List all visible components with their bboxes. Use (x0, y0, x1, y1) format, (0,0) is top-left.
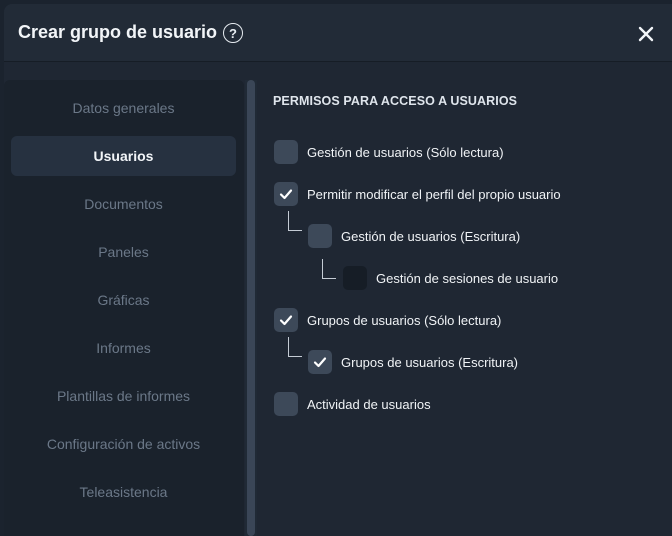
permission-label: Gestión de usuarios (Escritura) (341, 228, 521, 244)
close-icon[interactable] (636, 24, 656, 44)
sidebar-item-paneles[interactable]: Paneles (11, 232, 236, 272)
create-user-group-dialog: Crear grupo de usuario ? Datos generales… (4, 4, 672, 536)
checkmark-icon (279, 189, 293, 200)
permission-label: Actividad de usuarios (307, 396, 431, 412)
checkbox-checked[interactable] (274, 182, 298, 206)
permission-label: Gestión de sesiones de usuario (376, 270, 559, 286)
sidebar-item-plantillas-de-informes[interactable]: Plantillas de informes (11, 376, 236, 416)
sidebar-item-graficas[interactable]: Gráficas (11, 280, 236, 320)
dialog-title: Crear grupo de usuario (18, 22, 218, 42)
sidebar-item-documentos[interactable]: Documentos (11, 184, 236, 224)
permission-label: Grupos de usuarios (Escritura) (341, 354, 519, 370)
dialog-header: Crear grupo de usuario ? (4, 4, 672, 62)
checkbox-unchecked[interactable] (308, 224, 332, 248)
checkbox-checked[interactable] (308, 350, 332, 374)
permission-row[interactable]: Gestión de usuarios (Sólo lectura) (274, 140, 504, 164)
permission-row[interactable]: Permitir modificar el perfil del propio … (274, 182, 561, 206)
permission-row[interactable]: Grupos de usuarios (Sólo lectura) (274, 308, 501, 332)
permission-label: Permitir modificar el perfil del propio … (307, 186, 561, 202)
permission-row[interactable]: Grupos de usuarios (Escritura) (308, 350, 518, 374)
permission-row[interactable]: Actividad de usuarios (274, 392, 431, 416)
permission-label: Gestión de usuarios (Sólo lectura) (307, 144, 504, 160)
sidebar-item-informes[interactable]: Informes (11, 328, 236, 368)
permission-label: Grupos de usuarios (Sólo lectura) (307, 312, 502, 328)
checkmark-icon (279, 315, 293, 326)
tree-connector (288, 211, 302, 231)
checkbox-disabled[interactable] (343, 266, 367, 290)
checkbox-checked[interactable] (274, 308, 298, 332)
sidebar-item-teleasistencia[interactable]: Teleasistencia (11, 472, 236, 512)
tree-connector (322, 259, 336, 279)
sidebar-nav: Datos generales Usuarios Documentos Pane… (4, 80, 244, 536)
permission-row[interactable]: Gestión de usuarios (Escritura) (308, 224, 520, 248)
tree-connector (288, 337, 302, 357)
sidebar-scrollbar[interactable] (245, 80, 257, 536)
help-icon[interactable]: ? (223, 23, 243, 43)
checkbox-unchecked[interactable] (274, 392, 298, 416)
section-title: PERMISOS PARA ACCESO A USUARIOS (273, 94, 518, 108)
permission-row[interactable]: Gestión de sesiones de usuario (343, 266, 558, 290)
checkmark-icon (313, 357, 327, 368)
checkbox-unchecked[interactable] (274, 140, 298, 164)
sidebar-item-usuarios[interactable]: Usuarios (11, 136, 236, 176)
scrollbar-thumb[interactable] (247, 80, 255, 536)
sidebar-item-datos-generales[interactable]: Datos generales (11, 88, 236, 128)
sidebar-item-configuracion-de-activos[interactable]: Configuración de activos (11, 424, 236, 464)
